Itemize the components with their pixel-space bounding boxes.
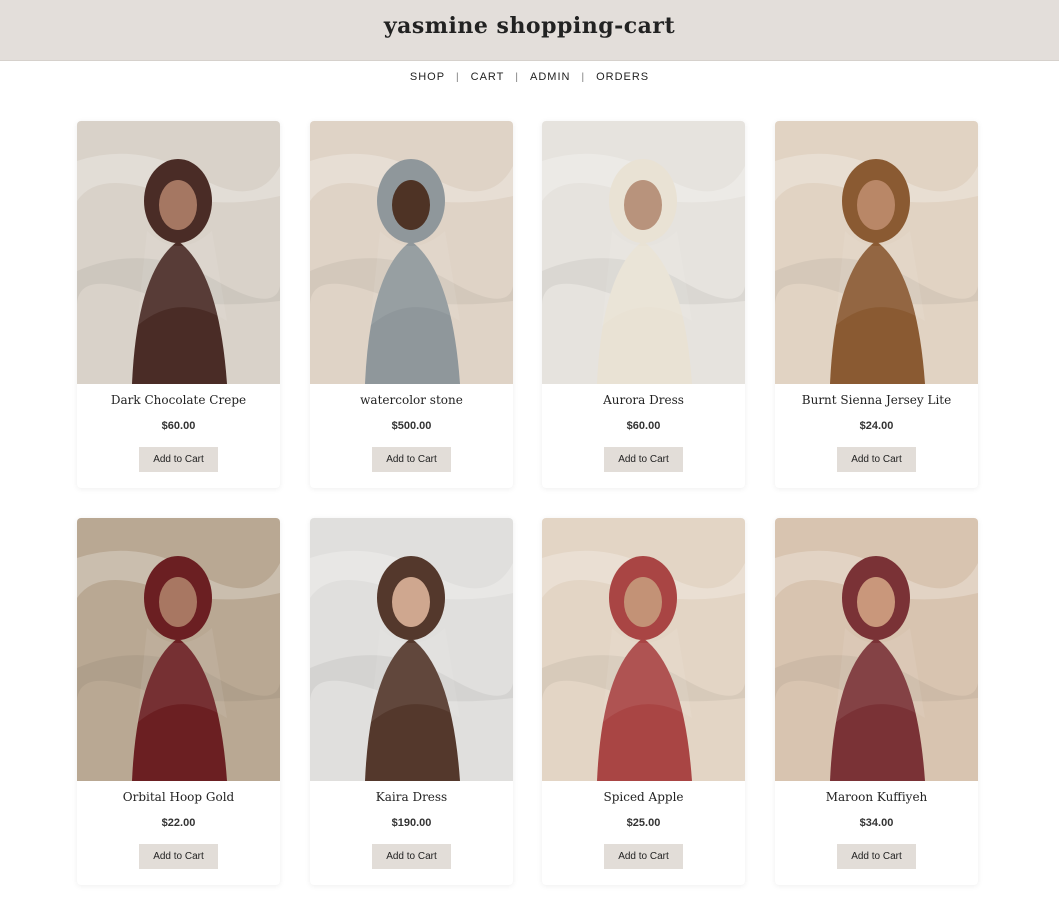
product-photo [542,121,745,384]
product-name[interactable]: Aurora Dress [542,392,745,408]
site-title: yasmine shopping-cart [383,13,676,39]
add-to-cart-button[interactable]: Add to Cart [837,844,916,869]
product-price: $24.00 [859,420,894,432]
add-to-cart-button[interactable]: Add to Cart [372,447,451,472]
product-price: $60.00 [626,420,661,432]
add-to-cart-button[interactable]: Add to Cart [372,844,451,869]
product-image[interactable] [310,518,513,781]
nav-separator: | [456,71,460,83]
product-card: Maroon Kuffiyeh $34.00 Add to Cart [775,518,978,885]
product-price: $22.00 [161,817,196,829]
product-name[interactable]: Orbital Hoop Gold [77,789,280,805]
product-card: Burnt Sienna Jersey Lite $24.00 Add to C… [775,121,978,488]
product-photo [310,518,513,781]
product-image[interactable] [775,518,978,781]
product-card: Dark Chocolate Crepe $60.00 Add to Cart [77,121,280,488]
product-grid: Dark Chocolate Crepe $60.00 Add to Cart … [77,121,978,886]
nav-orders-link[interactable]: ORDERS [596,71,649,83]
product-name[interactable]: watercolor stone [310,392,513,408]
product-image[interactable] [775,121,978,384]
nav-admin-link[interactable]: ADMIN [530,71,570,83]
nav-shop-link[interactable]: SHOP [410,71,445,83]
product-card: watercolor stone $500.00 Add to Cart [310,121,513,488]
add-to-cart-button[interactable]: Add to Cart [604,447,683,472]
product-image[interactable] [542,121,745,384]
product-name[interactable]: Kaira Dress [310,789,513,805]
product-image[interactable] [542,518,745,781]
product-price: $60.00 [161,420,196,432]
product-image[interactable] [77,518,280,781]
product-price: $25.00 [626,817,661,829]
nav-separator: | [515,71,520,83]
product-photo [77,518,280,781]
product-price: $34.00 [859,817,894,829]
product-image[interactable] [310,121,513,384]
product-name[interactable]: Burnt Sienna Jersey Lite [775,392,978,408]
product-photo [310,121,513,384]
main-nav: SHOP | CART | ADMIN | ORDERS [0,68,1059,86]
product-name[interactable]: Maroon Kuffiyeh [775,789,978,805]
product-name[interactable]: Spiced Apple [542,789,745,805]
product-photo [775,121,978,384]
product-image[interactable] [77,121,280,384]
add-to-cart-button[interactable]: Add to Cart [139,447,218,472]
site-header: yasmine shopping-cart [0,0,1059,61]
product-price: $500.00 [391,420,432,432]
product-card: Aurora Dress $60.00 Add to Cart [542,121,745,488]
add-to-cart-button[interactable]: Add to Cart [837,447,916,472]
nav-cart-link[interactable]: CART [471,71,505,83]
product-photo [77,121,280,384]
add-to-cart-button[interactable]: Add to Cart [604,844,683,869]
nav-separator: | [581,71,586,83]
product-card: Orbital Hoop Gold $22.00 Add to Cart [77,518,280,885]
product-price: $190.00 [391,817,432,829]
add-to-cart-button[interactable]: Add to Cart [139,844,218,869]
product-photo [775,518,978,781]
product-photo [542,518,745,781]
product-name[interactable]: Dark Chocolate Crepe [77,392,280,408]
product-card: Spiced Apple $25.00 Add to Cart [542,518,745,885]
product-card: Kaira Dress $190.00 Add to Cart [310,518,513,885]
